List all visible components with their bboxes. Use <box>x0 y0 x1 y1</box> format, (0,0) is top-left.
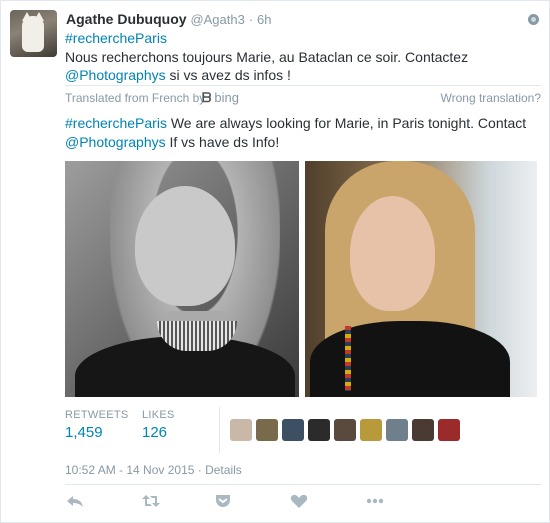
stats-divider <box>219 407 220 453</box>
timestamp-separator: · <box>194 463 206 477</box>
liker-avatar[interactable] <box>256 419 278 441</box>
bing-label: bing <box>214 90 239 105</box>
translated-text: #rechercheParis We are always looking fo… <box>65 114 535 151</box>
retweets-label: RETWEETS <box>65 409 129 421</box>
liker-avatar[interactable] <box>282 419 304 441</box>
photo-body <box>310 321 510 397</box>
timestamp-text: 10:52 AM - 14 Nov 2015 <box>65 463 195 477</box>
likes-label: LIKES <box>142 409 175 421</box>
likes-stat[interactable]: LIKES 126 <box>142 409 175 441</box>
translated-line2: If vs have ds Info! <box>165 133 280 150</box>
media-grid <box>65 161 537 397</box>
tweet-time[interactable]: 6h <box>257 12 271 27</box>
liker-avatar[interactable] <box>412 419 434 441</box>
likes-count: 126 <box>142 424 168 441</box>
tweet-text-line1: Nous recherchons toujours Marie, au Bata… <box>65 48 469 65</box>
liker-avatar[interactable] <box>438 419 460 441</box>
fullname[interactable]: Agathe Dubuquoy <box>66 11 187 27</box>
photo-face <box>350 196 435 311</box>
retweets-count: 1,459 <box>65 424 103 441</box>
retweet-icon[interactable] <box>141 491 161 511</box>
globe-icon <box>528 14 539 25</box>
bing-icon: ᗷ <box>202 90 212 105</box>
header-separator: · <box>248 12 254 27</box>
liker-avatar[interactable] <box>334 419 356 441</box>
avatar-cat <box>22 16 44 52</box>
pocket-icon-svg <box>216 495 230 507</box>
photo-2[interactable] <box>305 161 537 397</box>
tweet-timestamp: 10:52 AM - 14 Nov 2015 · Details <box>65 463 242 477</box>
tweet-actions <box>65 491 541 515</box>
pocket-icon[interactable] <box>213 491 233 511</box>
actions-divider <box>65 484 541 485</box>
retweet-icon-svg <box>142 495 160 507</box>
tweet-card: Agathe Dubuquoy @Agath3 · 6h #rechercheP… <box>0 0 550 523</box>
mention-link[interactable]: @Photographys <box>65 67 166 83</box>
more-icon-svg <box>366 498 384 504</box>
translated-hashtag-link[interactable]: #rechercheParis <box>65 115 167 131</box>
avatar[interactable] <box>10 10 57 57</box>
photo-1[interactable] <box>65 161 299 397</box>
tweet-header: Agathe Dubuquoy @Agath3 · 6h <box>66 11 271 27</box>
details-link[interactable]: Details <box>205 463 242 477</box>
more-icon[interactable] <box>365 491 385 511</box>
translated-from-label: Translated from French by <box>65 91 206 105</box>
bing-logo: ᗷ bing <box>202 90 239 106</box>
wrong-translation-link[interactable]: Wrong translation? <box>441 91 542 105</box>
translated-line1: We are always looking for Marie, in Pari… <box>166 115 527 131</box>
photo-face <box>135 186 235 306</box>
reply-icon-svg <box>67 496 83 507</box>
liker-avatar[interactable] <box>360 419 382 441</box>
retweets-stat[interactable]: RETWEETS 1,459 <box>65 409 129 441</box>
liker-avatar[interactable] <box>386 419 408 441</box>
translated-mention-link[interactable]: @Photographys <box>65 134 166 150</box>
heart-icon-svg <box>290 494 308 508</box>
hashtag-link[interactable]: #rechercheParis <box>65 30 167 46</box>
liker-avatar[interactable] <box>308 419 330 441</box>
tweet-text-line2: si vs avez ds infos ! <box>165 67 291 83</box>
photo-beads <box>345 326 351 391</box>
heart-icon[interactable] <box>289 491 309 511</box>
tweet-stats: RETWEETS 1,459 LIKES 126 <box>65 407 541 453</box>
screen-name[interactable]: @Agath3 <box>190 12 244 27</box>
translation-bar: Translated from French by ᗷ bing Wrong tr… <box>65 85 541 109</box>
tweet-text: #rechercheParis Nous recherchons toujour… <box>65 29 535 85</box>
reply-icon[interactable] <box>65 491 85 511</box>
liker-avatar[interactable] <box>230 419 252 441</box>
